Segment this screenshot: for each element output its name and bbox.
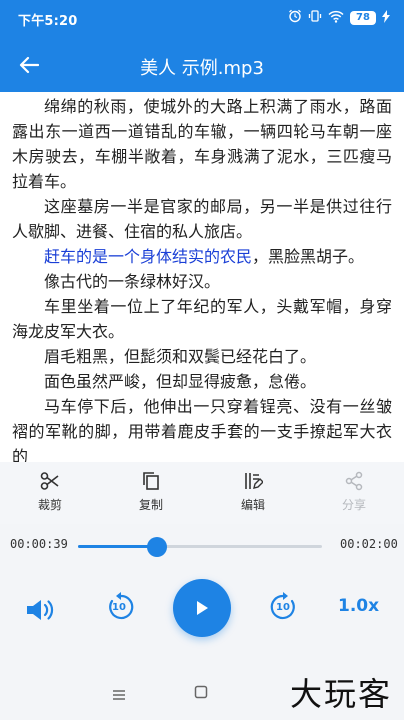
playback-controls: 10 10 1.0x: [0, 566, 404, 652]
text-content[interactable]: 绵绵的秋雨，使城外的大路上积满了雨水，路面露出东一道西一道错乱的车辙，一辆四轮马…: [0, 92, 404, 462]
paragraph-highlighted: 赶车的是一个身体结实的农民，黑脸黑胡子。: [0, 244, 404, 269]
forward-seconds: 10: [276, 602, 290, 613]
current-time: 00:00:39: [10, 537, 68, 551]
page-title: 美人 示例.mp3: [140, 58, 264, 79]
battery-icon: 78: [350, 10, 376, 25]
paragraph: 眉毛粗黑，但髭须和双鬓已经花白了。: [44, 347, 317, 366]
status-time: 下午5:20: [18, 14, 78, 29]
edit-toolbar: 裁剪 复制 编辑 分享: [0, 462, 404, 524]
copy-label: 复制: [138, 498, 163, 512]
seek-bar-fill: [78, 545, 158, 548]
status-bar: 下午5:20 78: [0, 0, 404, 38]
playback-progress: 00:00:39 00:02:00: [0, 528, 404, 564]
paragraph: 马车停下后，他伸出一只穿着锃亮、没有一丝皱褶的军靴的脚，用带着鹿皮手套的一支手撩…: [12, 397, 392, 462]
forward-button[interactable]: 10: [266, 590, 300, 624]
wifi-icon: [328, 10, 344, 26]
share-button[interactable]: 分享: [322, 470, 386, 513]
paragraph: 面色虽然严峻，但却显得疲惫，怠倦。: [44, 372, 317, 391]
share-label: 分享: [341, 498, 366, 512]
status-icons: 78: [288, 9, 390, 26]
edit-text-icon: [245, 473, 263, 489]
alarm-icon: [288, 9, 302, 26]
volume-button[interactable]: [22, 592, 58, 628]
highlighted-sentence[interactable]: 赶车的是一个身体结实的农民: [44, 247, 252, 266]
charging-icon: [382, 9, 390, 26]
seek-thumb[interactable]: [147, 537, 168, 557]
rewind-seconds: 10: [112, 602, 126, 613]
home-nav-button[interactable]: [194, 684, 208, 703]
copy-icon: [143, 472, 159, 490]
play-button[interactable]: [173, 579, 231, 637]
speed-button[interactable]: 1.0x: [338, 596, 379, 616]
edit-label: 编辑: [240, 498, 265, 512]
app-bar: 美人 示例.mp3: [0, 38, 404, 92]
vibrate-icon: [308, 9, 322, 26]
edit-button[interactable]: 编辑: [221, 470, 285, 513]
paragraph: 像古代的一条绿林好汉。: [44, 272, 221, 291]
watermark-logo: 大玩客: [289, 675, 392, 713]
scissors-icon: [40, 472, 59, 490]
paragraph: 绵绵的秋雨，使城外的大路上积满了雨水，路面露出东一道西一道错乱的车辙，一辆四轮马…: [12, 97, 392, 191]
menu-icon: [113, 690, 125, 700]
share-icon: [345, 471, 363, 491]
paragraph-rest: ，黑脸黑胡子。: [252, 247, 365, 266]
paragraph: 车里坐着一位上了年纪的军人，头戴军帽，身穿海龙皮军大衣。: [12, 297, 392, 341]
paragraph: 这座墓房一半是官家的邮局，另一半是供过往行人歇脚、进餐、住宿的私人旅店。: [12, 197, 392, 241]
menu-nav-button[interactable]: [112, 686, 126, 705]
home-icon: [194, 685, 208, 699]
volume-icon: [27, 600, 54, 620]
copy-button[interactable]: 复制: [119, 470, 183, 513]
seek-bar[interactable]: [78, 537, 322, 557]
cut-label: 裁剪: [37, 498, 62, 512]
cut-button[interactable]: 裁剪: [18, 470, 82, 513]
total-time: 00:02:00: [340, 537, 398, 551]
play-icon: [197, 601, 208, 615]
rewind-button[interactable]: 10: [104, 590, 138, 624]
